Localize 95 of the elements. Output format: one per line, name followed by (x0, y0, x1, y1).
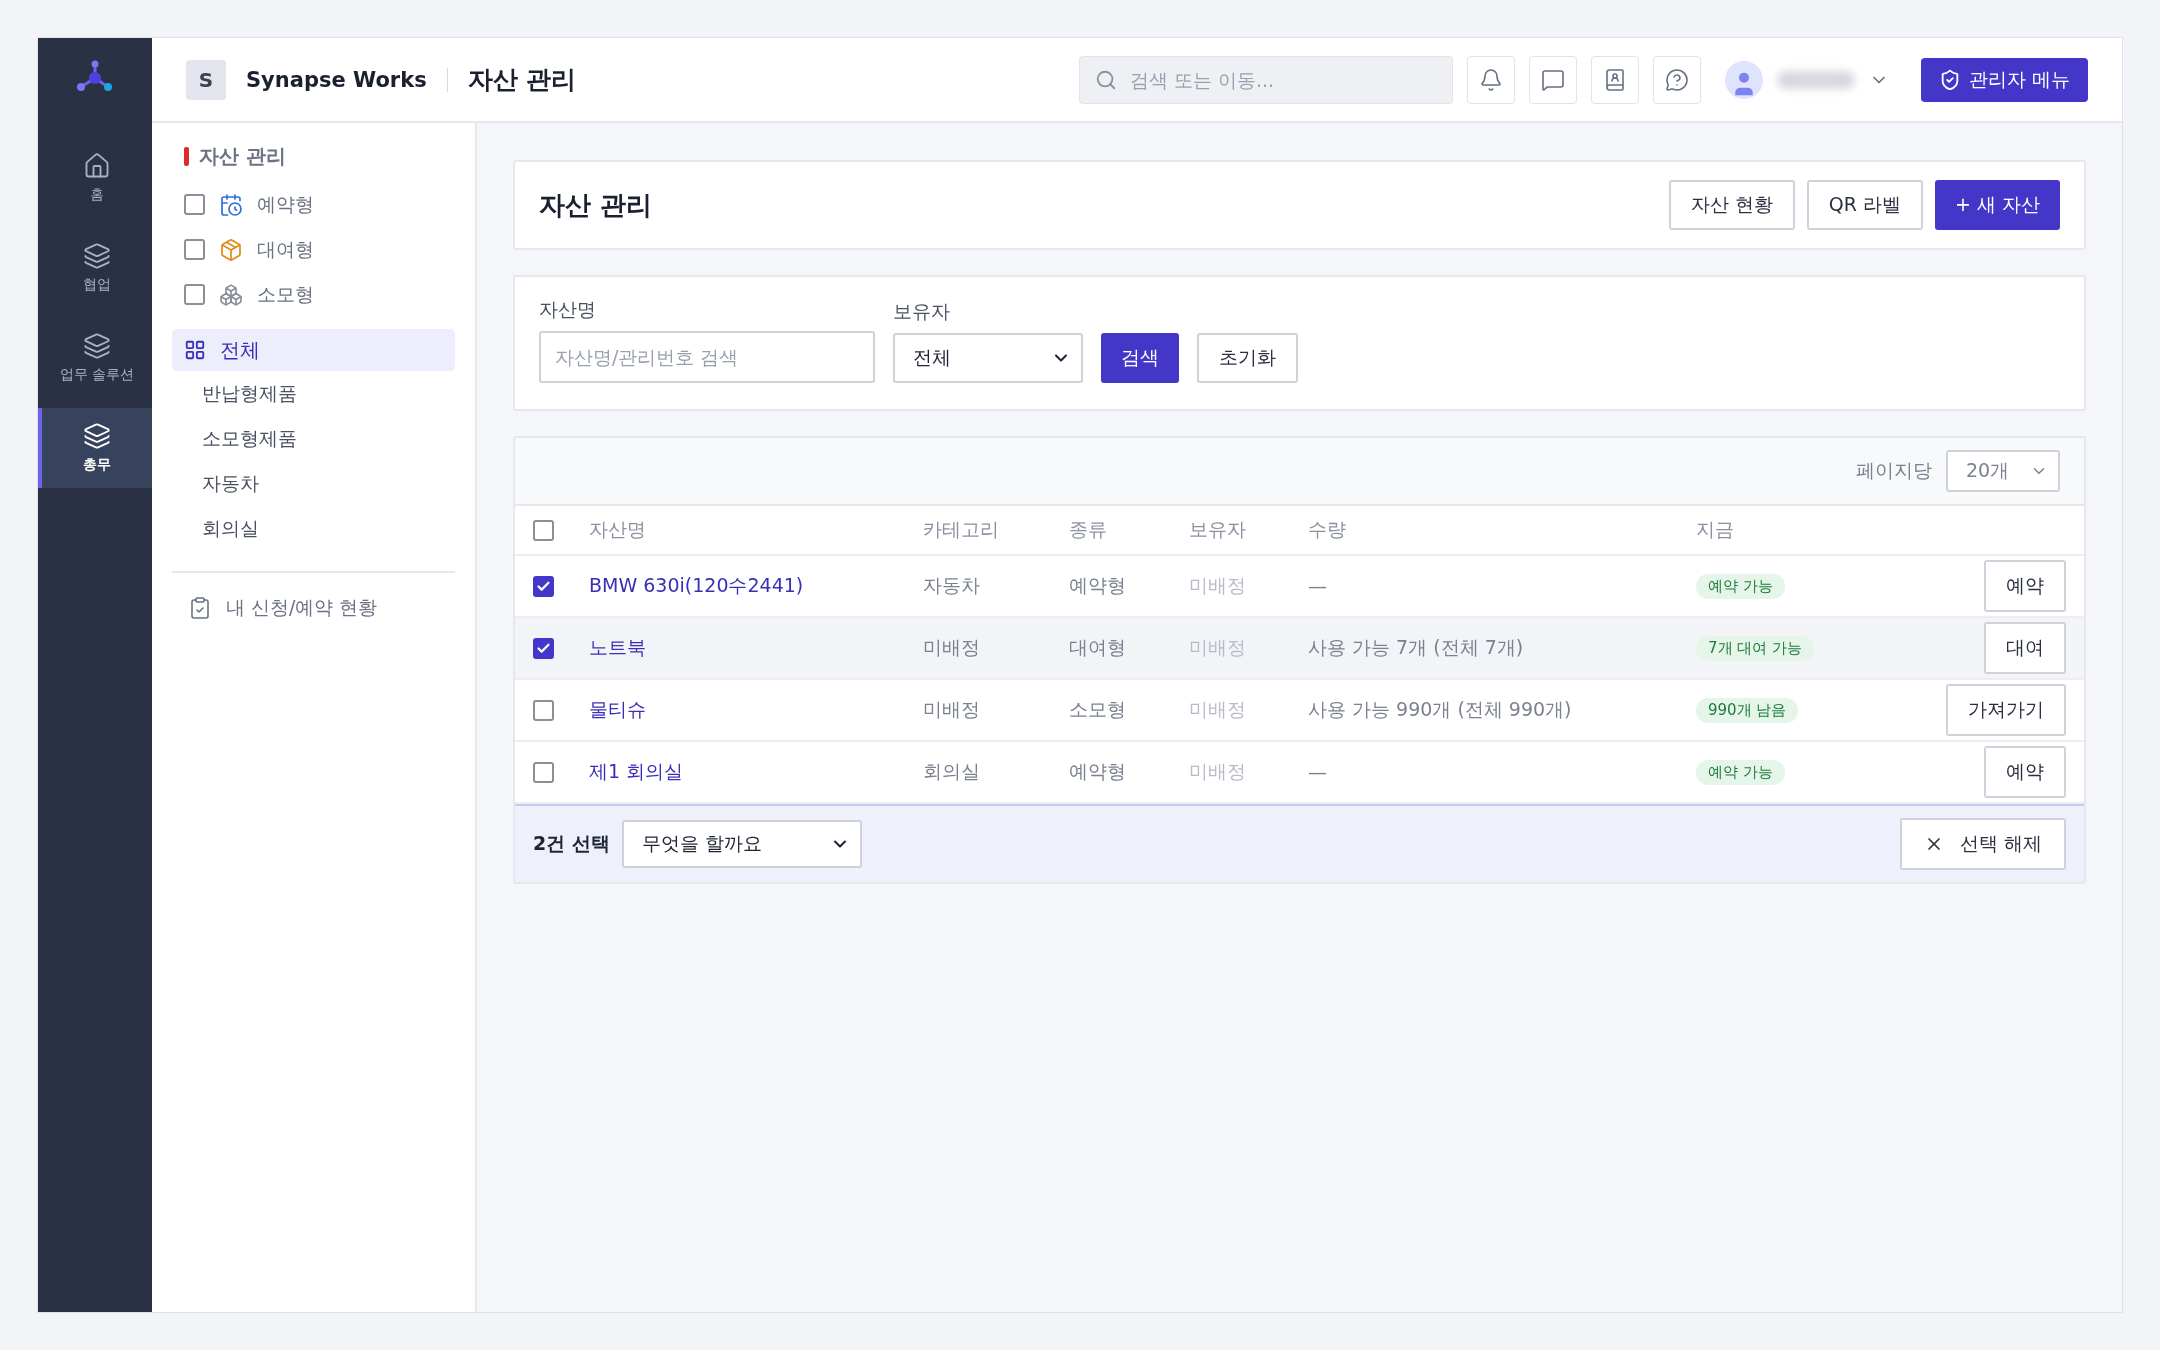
per-page-select[interactable]: 20개 (1946, 450, 2060, 492)
table-cell-text: 예약형 (1069, 759, 1127, 784)
grid-icon (184, 339, 206, 361)
rail-item[interactable]: 협업 (38, 228, 152, 308)
field-label: 자산명 (539, 297, 597, 322)
status-badge: 예약 가능 (1696, 759, 1785, 785)
table-cell-text: 사용 가능 990개 (전체 990개) (1308, 697, 1573, 722)
table-cell-text: 회의실 (923, 759, 981, 784)
asset-name-link[interactable]: 물티슈 (589, 698, 646, 720)
row-checkbox[interactable] (533, 761, 554, 783)
table-cell-text: 미배정 (1189, 697, 1247, 722)
filter-checkbox[interactable] (184, 194, 205, 215)
nav-subitem[interactable]: 회의실 (172, 506, 455, 551)
search-icon (1094, 68, 1117, 91)
header-button[interactable]: QR 라벨 (1806, 180, 1923, 230)
table-cell-text: 자동차 (923, 573, 981, 598)
filter-checkbox[interactable] (184, 284, 205, 305)
rail-item[interactable]: 총무 (38, 408, 152, 488)
header-button[interactable]: 자산 현황 (1668, 180, 1795, 230)
help-icon (1664, 67, 1689, 92)
reset-button[interactable]: 초기화 (1197, 333, 1298, 383)
section-title: 자산 관리 (199, 143, 286, 170)
table-cell-text: — (1308, 761, 1328, 783)
column-header: 카테고리 (923, 517, 1000, 542)
page-title: 자산 관리 (467, 64, 577, 96)
admin-menu-button[interactable]: 관리자 메뉴 (1920, 57, 2088, 102)
chat-bubble-icon (1540, 67, 1565, 92)
new-asset-button[interactable]: + 새 자산 (1935, 180, 2060, 230)
layers-icon (83, 242, 111, 270)
clear-selection-button[interactable]: 선택 해제 (1899, 818, 2066, 870)
bulk-action-select[interactable]: 무엇을 할까요 (621, 820, 862, 868)
field-label: 보유자 (893, 299, 951, 324)
per-page-label: 페이지당 (1856, 458, 1932, 483)
box-icon (219, 237, 243, 262)
row-action-button[interactable]: 가져가기 (1946, 684, 2066, 736)
status-badge: 7개 대여 가능 (1696, 635, 1815, 661)
workspace-name: Synapse Works (246, 67, 427, 92)
filter-label: 대여형 (257, 236, 314, 262)
table-cell-text: 예약형 (1069, 573, 1127, 598)
table-cell-text: 미배정 (923, 697, 981, 722)
table-cell-text: 사용 가능 7개 (전체 7개) (1308, 635, 1525, 660)
asset-name-link[interactable]: 제1 회의실 (589, 760, 684, 782)
search-button[interactable]: 검색 (1101, 333, 1179, 383)
table-cell-text: 대여형 (1069, 635, 1127, 660)
calendar-clock-icon (219, 192, 243, 217)
table-cell-text: — (1308, 575, 1328, 597)
asset-name-link[interactable]: 노트북 (589, 636, 646, 658)
section-marker (184, 147, 189, 166)
my-requests-link[interactable]: 내 신청/예약 현황 (172, 595, 455, 621)
search-field[interactable]: 검색 또는 이동... (1078, 55, 1453, 104)
asset-search-field[interactable]: 자산명/관리번호 검색 (539, 331, 875, 383)
filter-checkbox[interactable] (184, 239, 205, 260)
status-badge: 990개 남음 (1696, 697, 1799, 723)
nav-subitem[interactable]: 자동차 (172, 461, 455, 506)
filter-label: 예약형 (257, 191, 314, 217)
help-button[interactable] (1652, 55, 1701, 104)
row-action-button[interactable]: 예약 (1984, 560, 2066, 612)
avatar-icon[interactable] (1724, 60, 1763, 99)
clipboard-check-icon (188, 596, 212, 620)
page-heading: 자산 관리 (539, 188, 653, 222)
column-header: 수량 (1308, 517, 1347, 542)
layers-icon (83, 332, 111, 360)
rail-item[interactable]: 업무 솔루션 (38, 318, 152, 398)
row-action-button[interactable]: 대여 (1984, 622, 2066, 674)
status-badge: 예약 가능 (1696, 573, 1785, 599)
column-header: 지금 (1696, 517, 1735, 542)
column-header: 종류 (1069, 517, 1108, 542)
nav-subitem[interactable]: 소모형제품 (172, 416, 455, 461)
table-cell-text: 미배정 (1189, 635, 1247, 660)
layers-icon (83, 422, 111, 450)
nav-item[interactable]: 전체 (172, 329, 455, 371)
cubes-icon (219, 282, 243, 307)
table-cell-text: 미배정 (923, 635, 981, 660)
column-header: 자산명 (589, 517, 647, 542)
contacts-button[interactable] (1590, 55, 1639, 104)
workspace-initial: S (186, 59, 226, 100)
table-cell-text: 미배정 (1189, 573, 1247, 598)
row-checkbox[interactable] (533, 637, 554, 659)
select-all-checkbox[interactable] (533, 519, 554, 541)
home-icon (83, 152, 111, 180)
rail-item[interactable]: 홈 (38, 138, 152, 218)
table-cell-text: 소모형 (1069, 697, 1127, 722)
selection-count: 2건 선택 (533, 831, 610, 856)
owner-select[interactable]: 전체 (893, 333, 1083, 383)
notification-button[interactable] (1466, 55, 1515, 104)
row-checkbox[interactable] (533, 699, 554, 721)
bell-icon (1478, 67, 1503, 92)
row-checkbox[interactable] (533, 575, 554, 597)
message-button[interactable] (1528, 55, 1577, 104)
asset-name-link[interactable]: BMW 630i(120수2441) (589, 574, 804, 596)
nav-subitem[interactable]: 반납형제품 (172, 371, 455, 416)
row-action-button[interactable]: 예약 (1984, 746, 2066, 798)
filter-label: 소모형 (257, 281, 314, 307)
table-cell-text: 미배정 (1189, 759, 1247, 784)
column-header: 보유자 (1189, 517, 1247, 542)
